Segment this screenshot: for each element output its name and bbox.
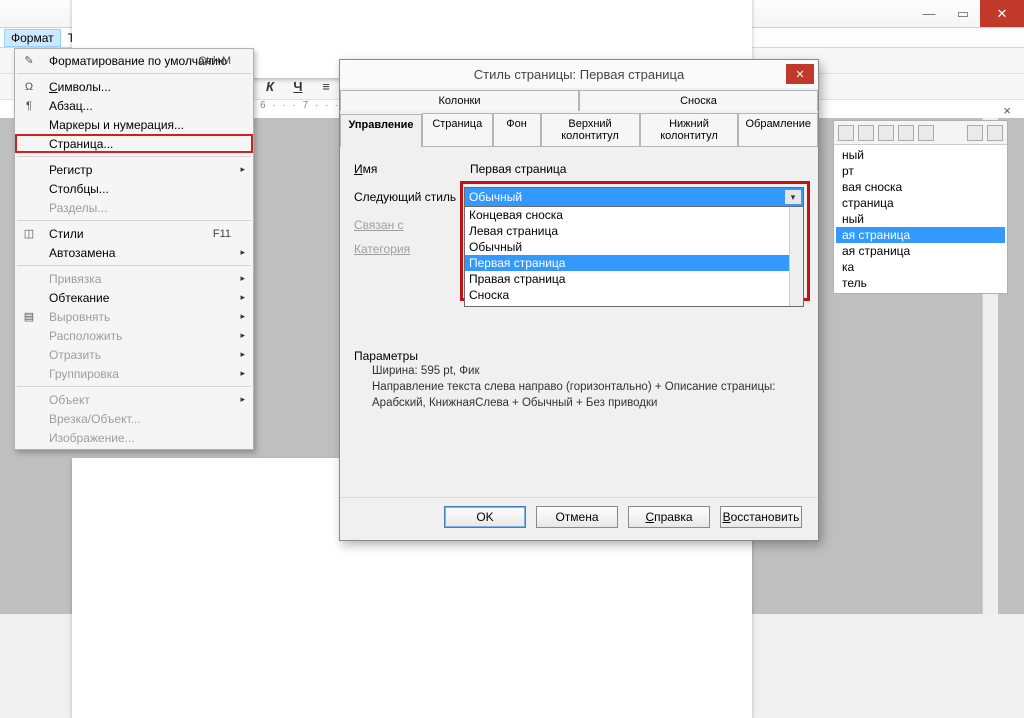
menu-autocorrect[interactable]: Автозамена▸ <box>15 243 253 262</box>
paragraph-styles-icon[interactable] <box>838 125 854 141</box>
tab-page[interactable]: Страница <box>422 113 493 146</box>
menu-image: Изображение... <box>15 428 253 447</box>
new-style-icon[interactable] <box>987 125 1003 141</box>
styles-pane-close[interactable]: × <box>1003 103 1011 118</box>
menu-default-formatting[interactable]: ✎Форматирование по умолчаниюCtrl+M <box>15 51 253 70</box>
style-item[interactable]: ный <box>836 147 1005 163</box>
broom-icon: ✎ <box>21 53 37 69</box>
label-next-style: Следующий стиль <box>354 190 464 204</box>
menu-binding: Привязка▸ <box>15 269 253 288</box>
style-item[interactable]: ая страница <box>836 243 1005 259</box>
tab-columns[interactable]: Колонки <box>340 90 579 111</box>
label-linked: Связан с <box>354 218 464 232</box>
row-name: Имя Первая страница <box>354 157 804 181</box>
format-menu-dropdown: ✎Форматирование по умолчаниюCtrl+M ΩСимв… <box>14 48 254 450</box>
symbol-icon: Ω <box>21 79 37 95</box>
styles-icon: ◫ <box>21 226 37 242</box>
style-item[interactable]: ный <box>836 211 1005 227</box>
fill-format-icon[interactable] <box>967 125 983 141</box>
menu-sections: Разделы... <box>15 198 253 217</box>
dropdown-scrollbar[interactable] <box>789 207 803 306</box>
chevron-down-icon[interactable]: ▾ <box>785 190 801 204</box>
minimize-button[interactable]: — <box>912 0 946 27</box>
cancel-button[interactable]: Отмена <box>536 506 618 528</box>
dialog-titlebar: Стиль страницы: Первая страница ✕ <box>340 60 818 88</box>
dropdown-next-style[interactable]: Обычный ▾ Концевая сноска Левая страница… <box>464 187 804 207</box>
reset-button[interactable]: Восстановить <box>720 506 802 528</box>
dropdown-listbox[interactable]: Концевая сноска Левая страница Обычный П… <box>464 207 804 307</box>
page-style-dialog: Стиль страницы: Первая страница ✕ Колонк… <box>339 59 819 541</box>
tab-borders[interactable]: Обрамление <box>738 113 818 146</box>
caption-buttons: — ▭ ✕ <box>912 0 1024 27</box>
option-endnote[interactable]: Концевая сноска <box>465 207 803 223</box>
row-next-style: Следующий стиль Обычный ▾ Концевая сноск… <box>354 185 804 209</box>
character-styles-icon[interactable] <box>858 125 874 141</box>
page-styles-icon[interactable] <box>898 125 914 141</box>
params-line1: Ширина: 595 pt, Фик <box>354 363 804 379</box>
params-line2: Направление текста слева направо (горизо… <box>354 379 804 411</box>
styles-list[interactable]: ный рт вая сноска страница ный ая страни… <box>834 145 1007 293</box>
option-first-page[interactable]: Первая страница <box>465 255 803 271</box>
menu-flip: Отразить▸ <box>15 345 253 364</box>
option-index[interactable]: Указатель <box>465 303 803 307</box>
tab-footer[interactable]: Нижний колонтитул <box>640 113 739 146</box>
style-item[interactable]: ка <box>836 259 1005 275</box>
menu-format[interactable]: Формат <box>4 29 61 47</box>
option-default[interactable]: Обычный <box>465 239 803 255</box>
option-left-page[interactable]: Левая страница <box>465 223 803 239</box>
label-name: Имя <box>354 162 464 176</box>
menu-object: Объект▸ <box>15 390 253 409</box>
menu-symbols[interactable]: ΩСимволы... <box>15 77 253 96</box>
menu-page[interactable]: Страница... <box>15 134 253 153</box>
option-right-page[interactable]: Правая страница <box>465 271 803 287</box>
style-item[interactable]: тель <box>836 275 1005 291</box>
dropdown-selected[interactable]: Обычный ▾ <box>464 187 804 207</box>
tab-organizer[interactable]: Управление <box>340 114 422 147</box>
tab-header[interactable]: Верхний колонтитул <box>541 113 640 146</box>
menu-styles[interactable]: ◫СтилиF11 <box>15 224 253 243</box>
maximize-button[interactable]: ▭ <box>946 0 980 27</box>
dialog-title: Стиль страницы: Первая страница <box>474 67 684 82</box>
help-button[interactable]: Справка <box>628 506 710 528</box>
align-icon: ▤ <box>21 309 37 325</box>
menu-frame-object: Врезка/Объект... <box>15 409 253 428</box>
tab-footnote[interactable]: Сноска <box>579 90 818 111</box>
dialog-buttons: OK Отмена Справка Восстановить <box>340 497 818 540</box>
params-header: Параметры <box>354 349 804 363</box>
tab-background[interactable]: Фон <box>493 113 541 146</box>
dialog-close-button[interactable]: ✕ <box>786 64 814 84</box>
menu-group: Группировка▸ <box>15 364 253 383</box>
style-item-selected[interactable]: ая страница <box>836 227 1005 243</box>
menu-columns[interactable]: Столбцы... <box>15 179 253 198</box>
italic-button[interactable]: К <box>260 77 280 97</box>
params-section: Параметры Ширина: 595 pt, Фик Направлени… <box>354 349 804 411</box>
menu-align: ▤Выровнять▸ <box>15 307 253 326</box>
underline-button[interactable]: Ч <box>288 77 308 97</box>
menu-bullets[interactable]: Маркеры и нумерация... <box>15 115 253 134</box>
value-name: Первая страница <box>464 162 804 176</box>
label-category: Категория <box>354 242 464 256</box>
dialog-body: Имя Первая страница Следующий стиль Обыч… <box>340 147 818 487</box>
list-styles-icon[interactable] <box>918 125 934 141</box>
frame-styles-icon[interactable] <box>878 125 894 141</box>
styles-pane: × ный рт вая сноска страница ный ая стра… <box>833 120 1008 294</box>
paragraph-icon: ¶ <box>21 98 37 114</box>
style-item[interactable]: вая сноска <box>836 179 1005 195</box>
dialog-tabs-row1: Колонки Сноска <box>340 88 818 111</box>
menu-wrap[interactable]: Обтекание▸ <box>15 288 253 307</box>
ok-button[interactable]: OK <box>444 506 526 528</box>
align-left-button[interactable]: ≡ <box>316 77 336 97</box>
dialog-tabs-row2: Управление Страница Фон Верхний колонтит… <box>340 111 818 147</box>
style-item[interactable]: страница <box>836 195 1005 211</box>
menu-paragraph[interactable]: ¶Абзац... <box>15 96 253 115</box>
close-button[interactable]: ✕ <box>980 0 1024 27</box>
menu-register[interactable]: Регистр▸ <box>15 160 253 179</box>
option-footnote[interactable]: Сноска <box>465 287 803 303</box>
styles-pane-header <box>834 121 1007 145</box>
menu-arrange: Расположить▸ <box>15 326 253 345</box>
style-item[interactable]: рт <box>836 163 1005 179</box>
